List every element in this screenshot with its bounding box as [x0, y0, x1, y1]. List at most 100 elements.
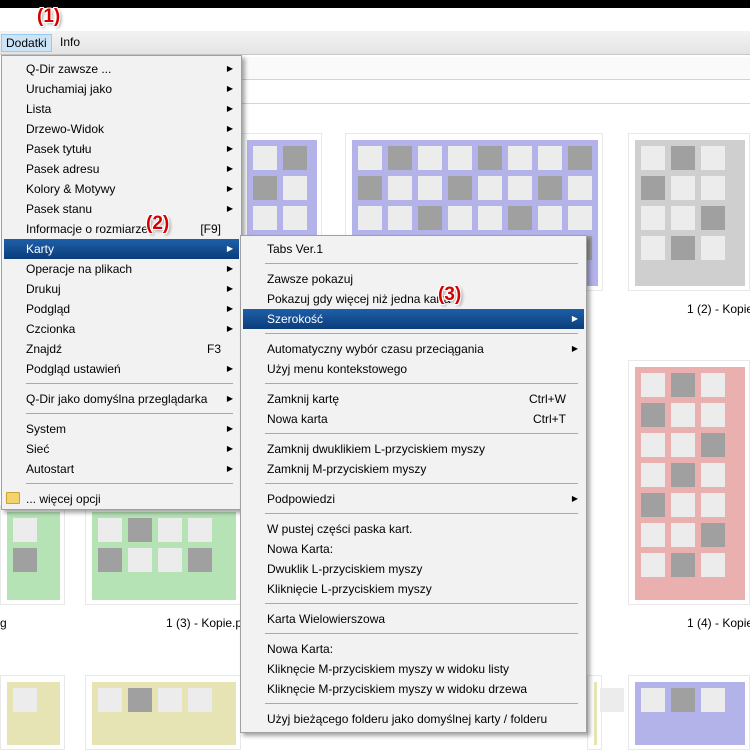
- thumbnail-caption[interactable]: g: [0, 616, 7, 630]
- menu-item[interactable]: Nowa Karta:: [243, 639, 584, 659]
- submenu-arrow-icon: ▶: [226, 464, 233, 473]
- menu-item[interactable]: Podgląd ▶: [4, 299, 239, 319]
- menu-item[interactable]: Nowa karta Ctrl+T: [243, 409, 584, 429]
- menu-item[interactable]: Kliknęcie M-przyciskiem myszy w widoku d…: [243, 679, 584, 699]
- image-thumbnail[interactable]: [628, 133, 750, 291]
- image-thumbnail[interactable]: [628, 675, 750, 750]
- menu-item-label: Q-Dir jako domyślna przeglądarka: [26, 392, 208, 406]
- image-thumbnail[interactable]: [0, 675, 65, 750]
- menu-separator: [265, 263, 578, 264]
- menu-item[interactable]: Q-Dir jako domyślna przeglądarka ▶: [4, 389, 239, 409]
- menu-item-label: Nowa Karta:: [267, 542, 334, 556]
- menu-item[interactable]: Pasek tytułu ▶: [4, 139, 239, 159]
- menu-item[interactable]: Nowa Karta:: [243, 539, 584, 559]
- menu-info[interactable]: Info: [56, 34, 84, 52]
- submenu-arrow-icon: ▶: [226, 394, 233, 403]
- image-thumbnail[interactable]: [85, 505, 241, 605]
- menu-item[interactable]: Tabs Ver.1: [243, 239, 584, 259]
- menu-item-label: System: [26, 422, 67, 436]
- menu-item[interactable]: Lista ▶: [4, 99, 239, 119]
- thumbnail-caption[interactable]: 1 (4) - Kopie: [687, 616, 750, 630]
- image-thumbnail[interactable]: [628, 360, 750, 605]
- menu-item[interactable]: Podpowiedzi ▶: [243, 489, 584, 509]
- menu-item-label: Sieć: [26, 442, 50, 456]
- menu-separator: [265, 333, 578, 334]
- menu-item[interactable]: Pasek stanu ▶: [4, 199, 239, 219]
- menu-item[interactable]: Karta Wielowierszowa: [243, 609, 584, 629]
- callout-3: (3): [438, 284, 462, 305]
- menu-item[interactable]: Autostart ▶: [4, 459, 239, 479]
- thumbnail-caption[interactable]: 1 (3) - Kopie.p: [166, 616, 242, 630]
- menu-item[interactable]: W pustej części paska kart.: [243, 519, 584, 539]
- submenu-arrow-icon: ▶: [226, 164, 233, 173]
- submenu-arrow-icon: ▶: [226, 124, 233, 133]
- menu-item[interactable]: Zawsze pokazuj: [243, 269, 584, 289]
- menu-item-label: Drzewo-Widok: [26, 122, 105, 136]
- menu-item[interactable]: Kliknęcie M-przyciskiem myszy w widoku l…: [243, 659, 584, 679]
- submenu-arrow-icon: ▶: [226, 144, 233, 153]
- menu-separator: [265, 603, 578, 604]
- menu-item[interactable]: Karty ▶: [4, 239, 239, 259]
- menu-item-label: Nowa karta: [267, 412, 328, 426]
- menu-dodatki[interactable]: Dodatki: [1, 34, 52, 52]
- menu-item[interactable]: Operacje na plikach ▶: [4, 259, 239, 279]
- menu-item-label: Autostart: [26, 462, 75, 476]
- menu-item-label: Dwuklik L-przyciskiem myszy: [267, 562, 423, 576]
- address-bar[interactable]: [238, 57, 750, 80]
- menu-item[interactable]: Drukuj ▶: [4, 279, 239, 299]
- menu-item-label: Zamknij kartę: [267, 392, 340, 406]
- menu-item-label: Karty: [26, 242, 55, 256]
- image-thumbnail[interactable]: [85, 675, 241, 750]
- menu-item[interactable]: Zamknij kartę Ctrl+W: [243, 389, 584, 409]
- menu-item-label: W pustej części paska kart.: [267, 522, 413, 536]
- menu-separator: [26, 483, 233, 484]
- menu-item[interactable]: Q-Dir zawsze ... ▶: [4, 59, 239, 79]
- menu-item[interactable]: Dwuklik L-przyciskiem myszy: [243, 559, 584, 579]
- menu-item[interactable]: ... więcej opcji: [4, 489, 239, 509]
- menu-item-label: Karta Wielowierszowa: [267, 612, 386, 626]
- menu-item-label: Nowa Karta:: [267, 642, 334, 656]
- menu-item-shortcut: F3: [206, 342, 221, 356]
- menu-item[interactable]: Informacje o rozmiarze [F9]: [4, 219, 239, 239]
- submenu-arrow-icon: ▶: [226, 444, 233, 453]
- thumbnail-caption[interactable]: 1 (2) - Kopie: [687, 302, 750, 316]
- menu-item-label: Znajdź: [26, 342, 63, 356]
- submenu-arrow-icon: ▶: [226, 64, 233, 73]
- menu-item[interactable]: Użyj menu kontekstowego: [243, 359, 584, 379]
- column-header-bar: [238, 82, 750, 104]
- menu-item-label: Operacje na plikach: [26, 262, 133, 276]
- menu-item[interactable]: Kolory & Motywy ▶: [4, 179, 239, 199]
- menu-item[interactable]: Szerokość ▶: [243, 309, 584, 329]
- menu-item-shortcut: Ctrl+T: [533, 412, 566, 426]
- menu-item[interactable]: Automatyczny wybór czasu przeciągania ▶: [243, 339, 584, 359]
- menu-item-label: Kliknęcie M-przyciskiem myszy w widoku l…: [267, 662, 510, 676]
- menu-item[interactable]: Drzewo-Widok ▶: [4, 119, 239, 139]
- menu-item[interactable]: Podgląd ustawień ▶: [4, 359, 239, 379]
- thumbnail-image: [7, 512, 60, 600]
- menu-item[interactable]: Czcionka ▶: [4, 319, 239, 339]
- menu-item[interactable]: System ▶: [4, 419, 239, 439]
- menu-item[interactable]: Zamknij dwuklikiem L-przyciskiem myszy: [243, 439, 584, 459]
- menu-item[interactable]: Znajdź F3: [4, 339, 239, 359]
- image-thumbnail[interactable]: [587, 675, 624, 750]
- menu-item-label: ... więcej opcji: [26, 492, 101, 506]
- menu-item[interactable]: Zamknij M-przyciskiem myszy: [243, 459, 584, 479]
- submenu-arrow-icon: ▶: [226, 244, 233, 253]
- submenu-arrow-icon: ▶: [226, 204, 233, 213]
- menu-separator: [265, 633, 578, 634]
- karty-submenu: Tabs Ver.1 Zawsze pokazuj Pokazuj gdy więc…: [240, 235, 587, 733]
- image-thumbnail[interactable]: [0, 505, 65, 605]
- submenu-arrow-icon: ▶: [226, 264, 233, 273]
- menu-item[interactable]: Pasek adresu ▶: [4, 159, 239, 179]
- menu-separator: [265, 513, 578, 514]
- menu-item-label: Użyj menu kontekstowego: [267, 362, 408, 376]
- dodatki-menu: Q-Dir zawsze ... ▶ Uruchamiaj jako ▶ Lista ▶ D…: [1, 55, 242, 510]
- menu-item[interactable]: Kliknięcie L-przyciskiem myszy: [243, 579, 584, 599]
- menu-item[interactable]: Pokazuj gdy więcej niż jedna karta: [243, 289, 584, 309]
- menu-item-label: Podpowiedzi: [267, 492, 336, 506]
- menu-item[interactable]: Sieć ▶: [4, 439, 239, 459]
- menu-item[interactable]: Użyj bieżącego folderu jako domyślnej ka…: [243, 709, 584, 729]
- menu-item[interactable]: Uruchamiaj jako ▶: [4, 79, 239, 99]
- thumbnail-image: [635, 682, 745, 745]
- menu-item-label: Czcionka: [26, 322, 76, 336]
